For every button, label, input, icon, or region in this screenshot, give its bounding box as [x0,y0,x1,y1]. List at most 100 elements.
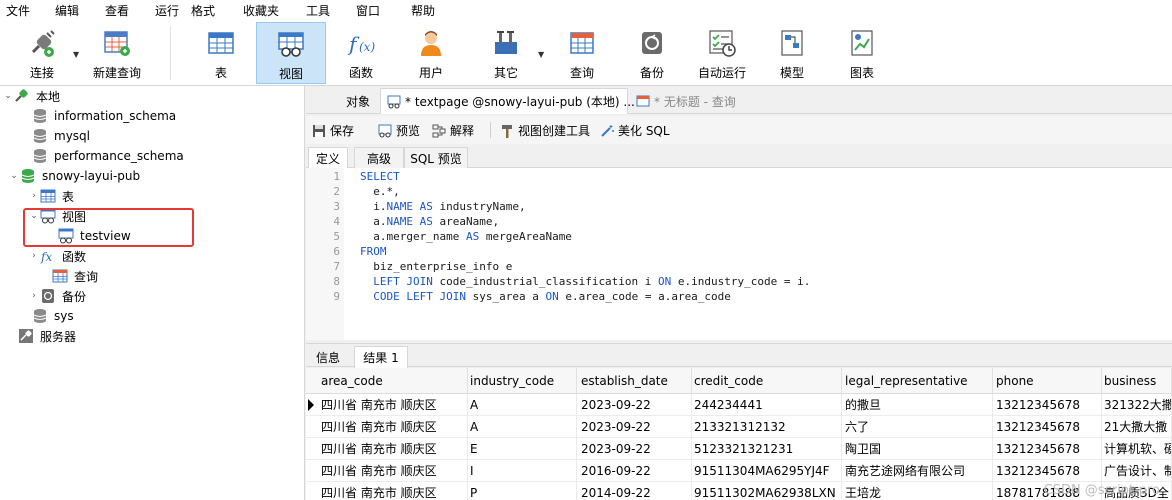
column-header[interactable]: establish_date [578,368,692,394]
tree-node-information-schema[interactable]: information_schema [20,106,176,126]
tree-node-backups[interactable]: › 备份 [28,286,86,306]
tab-info[interactable]: 信息 [308,346,348,368]
tree-node-tables[interactable]: › 表 [28,186,74,206]
grid-cell[interactable]: 四川省 南充市 顺庆区 [318,438,468,460]
menu-favorites[interactable]: 收藏夹 [243,2,279,19]
other-dropdown-icon[interactable]: ▼ [538,50,544,59]
grid-cell[interactable]: 5123321321231 [691,438,842,460]
grid-cell[interactable]: 四川省 南充市 顺庆区 [318,394,468,416]
grid-cell[interactable]: 2023-09-22 [578,394,692,416]
sql-editor[interactable]: 1 2 3 4 5 6 7 8 9 SELECT e.*, i.NAME AS … [306,168,1172,340]
grid-cell[interactable]: 21大撒大撒 [1101,416,1172,438]
grid-cell[interactable]: 13212345678 [993,460,1102,482]
grid-cell[interactable]: 321322大撒 [1101,394,1172,416]
menu-edit[interactable]: 编辑 [55,2,79,19]
column-header[interactable]: credit_code [691,368,842,394]
grid-cell[interactable]: 2023-09-22 [578,438,692,460]
function-button[interactable]: f (x) 函数 [330,22,392,84]
column-header[interactable]: phone [993,368,1102,394]
grid-cell[interactable]: 91511304MA6295YJ4F [691,460,842,482]
query-button[interactable]: 查询 [552,22,612,84]
tree-node-local[interactable]: ⌄ 本地 [2,86,60,106]
column-header[interactable]: industry_code [467,368,577,394]
grid-cell[interactable]: P [467,482,577,500]
backup-button[interactable]: 备份 [622,22,682,84]
menu-tools[interactable]: 工具 [306,2,330,19]
grid-cell[interactable]: 四川省 南充市 顺庆区 [318,482,468,500]
tree-node-queries[interactable]: 查询 [40,266,98,286]
connect-button[interactable]: 连接 [14,22,70,84]
tree-node-performance-schema[interactable]: performance_schema [20,146,184,166]
chevron-down-icon[interactable]: ⌄ [8,171,20,181]
explain-button[interactable]: 解释 [432,122,474,139]
grid-cell[interactable]: 计算机软、硬 [1101,438,1172,460]
user-button[interactable]: 用户 [400,22,462,84]
menu-file[interactable]: 文件 [6,2,30,19]
connect-dropdown-icon[interactable]: ▼ [73,50,79,59]
grid-cell[interactable]: 陶卫国 [842,438,993,460]
save-button[interactable]: 保存 [312,122,354,139]
grid-cell[interactable]: 244234441 [691,394,842,416]
tab-untitled-query[interactable]: * 无标题 - 查询 [632,88,778,114]
grid-cell[interactable]: 91511302MA62938LXN [691,482,842,500]
tree-node-functions[interactable]: › fx 函数 [28,246,86,266]
tree-node-sys[interactable]: sys [20,306,74,326]
column-header[interactable]: area_code [318,368,468,394]
view-button[interactable]: 视图 [256,22,326,84]
tab-advanced[interactable]: 高级 [354,147,404,168]
table-row[interactable]: 四川省 南充市 顺庆区 I 2016-09-22 91511304MA6295Y… [306,460,1172,482]
grid-cell[interactable]: A [467,416,577,438]
column-header[interactable]: business [1101,368,1172,394]
view-builder-button[interactable]: 视图创建工具 [500,122,590,139]
column-header[interactable]: legal_representative [842,368,993,394]
tree-node-servers[interactable]: 服务器 [6,326,76,346]
table-row[interactable]: 四川省 南充市 顺庆区 A 2023-09-22 213321312132 六了… [306,416,1172,438]
grid-cell[interactable]: 213321312132 [691,416,842,438]
chevron-right-icon[interactable]: › [28,291,40,301]
chevron-right-icon[interactable]: › [28,191,40,201]
table-row[interactable]: 四川省 南充市 顺庆区 A 2023-09-22 244234441 的撒旦 1… [306,394,1172,416]
tree-node-snowy-layui-pub[interactable]: ⌄ snowy-layui-pub [8,166,140,186]
grid-cell[interactable]: 四川省 南充市 顺庆区 [318,416,468,438]
grid-cell[interactable]: E [467,438,577,460]
result-grid[interactable]: area_code industry_code establish_date c… [306,368,1172,500]
menu-format[interactable]: 格式 [191,2,215,19]
grid-cell[interactable]: I [467,460,577,482]
tab-definition[interactable]: 定义 [308,147,348,168]
model-button[interactable]: 模型 [762,22,822,84]
grid-cell[interactable]: 2023-09-22 [578,416,692,438]
grid-cell[interactable]: 13212345678 [993,394,1102,416]
tab-result-1[interactable]: 结果 1 [354,346,408,368]
grid-cell[interactable]: 的撒旦 [842,394,993,416]
grid-cell[interactable]: 四川省 南充市 顺庆区 [318,460,468,482]
grid-cell[interactable]: 2016-09-22 [578,460,692,482]
grid-cell[interactable]: 王培龙 [842,482,993,500]
new-query-button[interactable]: 新建查询 [88,22,146,84]
grid-cell[interactable]: 南充艺途网络有限公司 [842,460,993,482]
beautify-sql-button[interactable]: 美化 SQL [600,122,670,139]
menu-view[interactable]: 查看 [105,2,129,19]
table-row[interactable]: 四川省 南充市 顺庆区 P 2014-09-22 91511302MA62938… [306,482,1172,500]
auto-run-button[interactable]: 自动运行 [692,22,752,84]
grid-cell[interactable]: 13212345678 [993,438,1102,460]
preview-button[interactable]: 预览 [378,122,420,139]
tab-textpage[interactable]: * textpage @snowy-layui-pub (本地) ... [380,88,635,114]
menu-help[interactable]: 帮助 [411,2,435,19]
other-button[interactable]: 其它 [476,22,536,84]
chart-button[interactable]: 图表 [832,22,892,84]
grid-cell[interactable]: A [467,394,577,416]
grid-cell[interactable]: 13212345678 [993,416,1102,438]
table-row[interactable]: 四川省 南充市 顺庆区 E 2023-09-22 5123321321231 陶… [306,438,1172,460]
grid-cell[interactable]: 广告设计、制 [1101,460,1172,482]
code-line: a.NAME AS areaName, [360,215,500,228]
menu-window[interactable]: 窗口 [356,2,380,19]
tab-objects[interactable]: 对象 [328,88,388,114]
table-button[interactable]: 表 [190,22,252,84]
chevron-right-icon[interactable]: › [28,251,40,261]
tree-node-mysql[interactable]: mysql [20,126,90,146]
tab-sql-preview[interactable]: SQL 预览 [404,147,468,168]
grid-cell[interactable]: 六了 [842,416,993,438]
grid-cell[interactable]: 2014-09-22 [578,482,692,500]
chevron-down-icon[interactable]: ⌄ [2,91,14,101]
menu-run[interactable]: 运行 [155,2,179,19]
